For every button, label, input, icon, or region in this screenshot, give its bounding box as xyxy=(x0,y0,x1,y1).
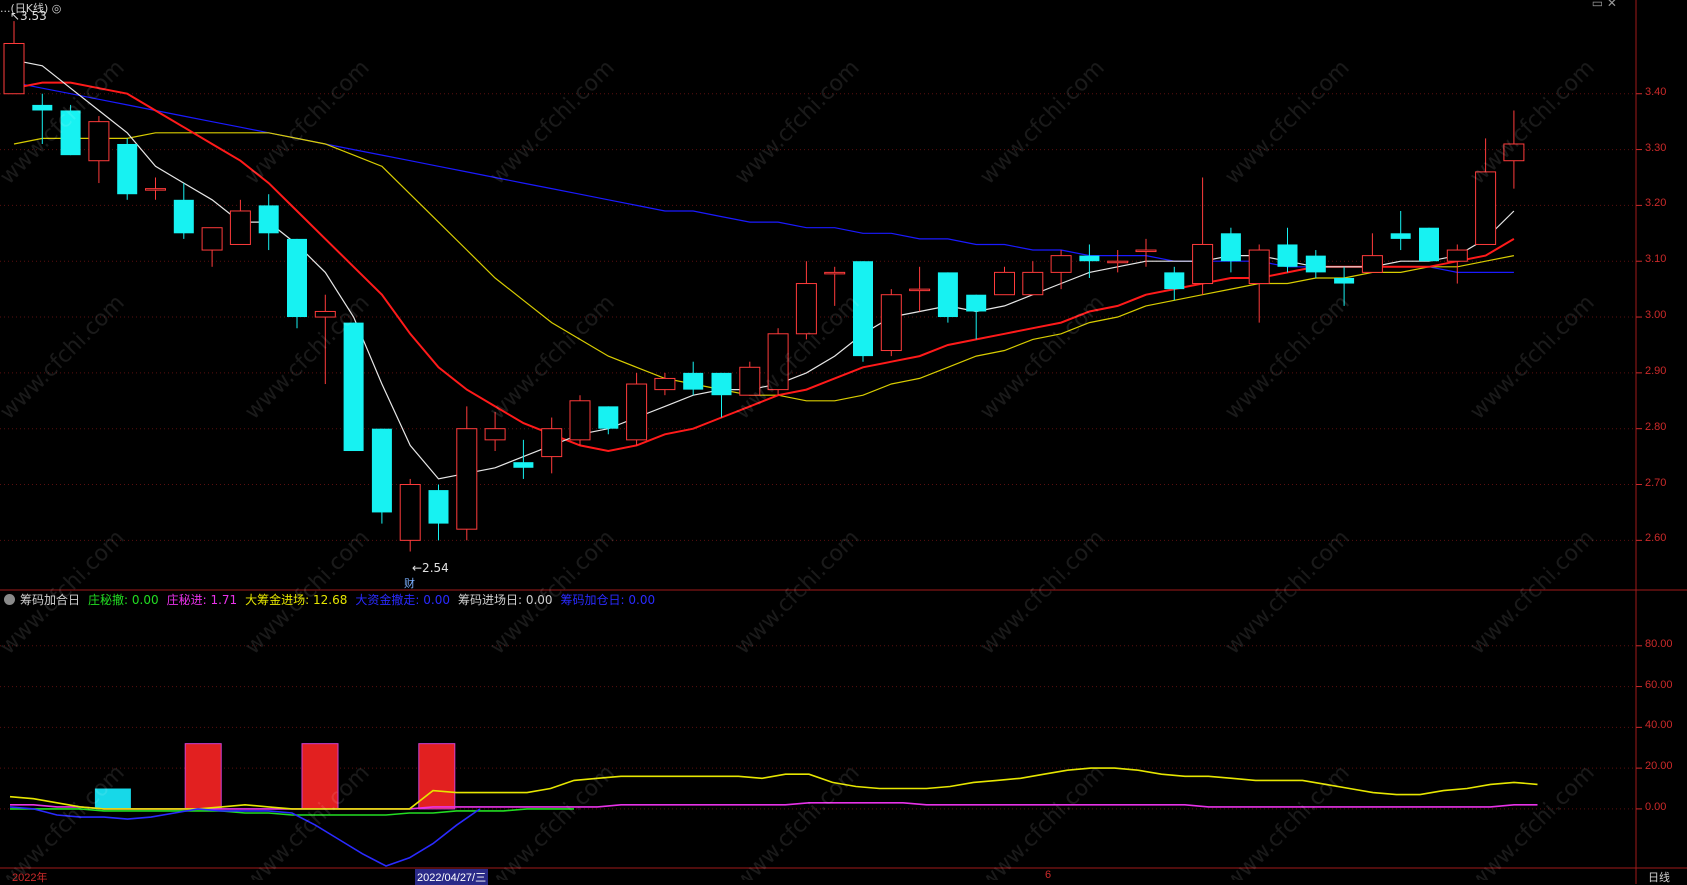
date-label-month: 6 xyxy=(1045,869,1052,881)
candle-body-down xyxy=(117,143,138,195)
candle-body-up xyxy=(541,428,563,458)
indicator-axis-label: 20.00 xyxy=(1645,760,1673,773)
indicator-name: 筹码加合日 xyxy=(20,592,81,607)
candle-body-up xyxy=(1248,249,1270,285)
candle-body-down xyxy=(428,490,449,524)
candle-body-up xyxy=(3,42,25,95)
ma5-line xyxy=(13,59,1515,480)
candle-body-down xyxy=(683,372,704,390)
candle-body-up xyxy=(1192,243,1214,285)
legend-item-chip-add-day: 筹码加仓日: 0.00 xyxy=(560,592,656,607)
candle-body-up xyxy=(201,227,223,251)
candle-body-up xyxy=(314,310,336,318)
indicator-axis-label: 40.00 xyxy=(1645,719,1673,732)
date-label-cursor: 2022/04/27/三 xyxy=(415,869,489,885)
candle-body-up xyxy=(909,288,931,292)
price-axis-label: 2.70 xyxy=(1645,476,1667,489)
candle-body-down xyxy=(711,372,732,396)
price-axis-label: 2.60 xyxy=(1645,532,1667,545)
candle-body-down xyxy=(1220,233,1241,262)
price-axis-label: 3.00 xyxy=(1645,309,1667,322)
indicator-series xyxy=(0,645,1642,867)
price-axis-label: 3.20 xyxy=(1645,197,1667,210)
candle-body-up xyxy=(88,121,110,162)
candle-body-down xyxy=(1334,277,1355,284)
grid-lines xyxy=(0,93,1642,541)
candle-body-down xyxy=(1079,255,1100,262)
candle-body-up xyxy=(767,333,789,391)
candle-body-up xyxy=(994,271,1015,296)
legend-item-big-fund-enter: 大筹金进场: 12.68 xyxy=(245,592,348,607)
stock-chart-canvas[interactable]: ↖3.53 ←2.54财 xyxy=(0,0,1687,884)
candle-body-down xyxy=(598,406,619,429)
period-label[interactable]: 日线 xyxy=(1648,869,1670,885)
candle-body-up xyxy=(1446,249,1468,262)
candle-body-up xyxy=(399,484,421,541)
candle-body-down xyxy=(513,462,534,468)
legend-item-zhuang-withdraw: 庄秘撤: 0.00 xyxy=(88,592,159,607)
price-axis-label: 3.30 xyxy=(1645,141,1667,154)
indicator-axis-label: 80.00 xyxy=(1645,637,1673,650)
chip-bar-cyan xyxy=(94,788,131,809)
candle-body-up xyxy=(1475,171,1497,245)
candle-body-down xyxy=(1305,255,1326,273)
candle-body-up xyxy=(229,210,251,245)
legend-item-big-fund-exit: 大资金撤走: 0.00 xyxy=(355,592,450,607)
candlestick-series[interactable] xyxy=(3,21,1525,552)
high-price-marker: ↖3.53 xyxy=(10,9,47,23)
candle-body-down xyxy=(966,294,987,312)
finance-badge: 财 xyxy=(404,576,415,590)
candle-body-up xyxy=(456,428,478,530)
chip-bar-red xyxy=(184,743,222,810)
candle-body-up xyxy=(1022,271,1044,296)
candle-body-down xyxy=(287,238,307,318)
candle-body-down xyxy=(258,205,279,234)
candle-body-up xyxy=(626,383,648,441)
candle-body-down xyxy=(32,104,53,111)
candle-body-down xyxy=(173,199,194,234)
candle-body-down xyxy=(1164,272,1185,290)
chip-bar-red xyxy=(418,743,456,810)
candle-body-down xyxy=(1390,233,1411,239)
indicator-legend: 筹码加合日 庄秘撤: 0.00 庄秘进: 1.71 大筹金进场: 12.68 大… xyxy=(0,590,663,608)
sub-line-blue xyxy=(9,806,481,867)
chip-bar-red xyxy=(301,743,339,810)
candle-body-up xyxy=(824,271,846,275)
candle-body-down xyxy=(60,110,81,156)
candle-body-down xyxy=(371,428,392,513)
indicator-axis-label: 60.00 xyxy=(1645,678,1673,691)
candle-body-up xyxy=(654,377,676,391)
candle-body-up xyxy=(739,366,761,396)
legend-item-chip-enter-day: 筹码进场日: 0.00 xyxy=(457,592,553,607)
candle-body-down xyxy=(937,272,958,318)
collapse-icon[interactable] xyxy=(4,593,15,605)
candle-body-up xyxy=(569,400,591,441)
candle-body-up xyxy=(1050,255,1072,273)
candle-body-up xyxy=(1107,260,1129,264)
candle-body-up xyxy=(484,428,506,441)
candle-body-up xyxy=(1361,255,1383,273)
price-axis-label: 3.40 xyxy=(1645,85,1667,98)
price-axis-label: 2.90 xyxy=(1645,364,1667,377)
candle-body-down xyxy=(853,261,873,357)
candle-body-up xyxy=(795,283,817,335)
candle-body-down xyxy=(343,322,364,452)
candle-body-up xyxy=(1503,143,1525,162)
candle-body-up xyxy=(1135,249,1157,253)
candle-body-down xyxy=(1277,244,1298,267)
price-axis-label: 3.10 xyxy=(1645,253,1667,266)
candle-body-up xyxy=(880,294,902,352)
date-label-year: 2022年 xyxy=(12,872,48,884)
price-axis-label: 2.80 xyxy=(1645,420,1667,433)
sub-line-green xyxy=(10,808,574,816)
legend-item-zhuang-enter: 庄秘进: 1.71 xyxy=(166,592,238,607)
low-price-marker: ←2.54 xyxy=(412,561,449,575)
moving-average-lines xyxy=(13,59,1515,480)
candle-body-up xyxy=(145,188,166,191)
sub-line-yellow xyxy=(9,767,1538,810)
candle-body-down xyxy=(1419,227,1439,262)
indicator-axis-label: 0.00 xyxy=(1645,800,1667,813)
